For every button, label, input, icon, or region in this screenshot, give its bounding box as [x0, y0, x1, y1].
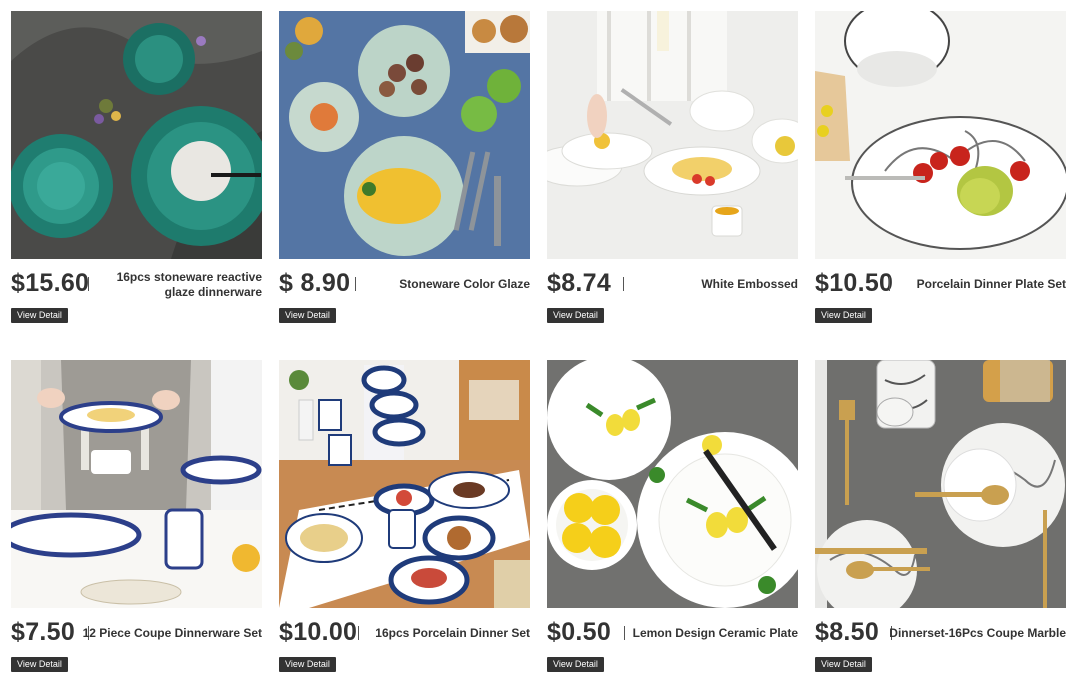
- product-price: $0.50: [547, 618, 612, 646]
- product-price: $8.50: [815, 618, 880, 646]
- product-name[interactable]: 16pcs stoneware reactive glaze dinnerwar…: [112, 270, 262, 300]
- product-price: $15.60: [11, 269, 90, 297]
- product-price: $10.00: [279, 618, 358, 646]
- product-name[interactable]: White Embossed: [701, 277, 798, 291]
- view-detail-button[interactable]: View Detail: [815, 657, 872, 672]
- view-detail-button[interactable]: View Detail: [279, 308, 336, 323]
- price-separator: [623, 277, 624, 291]
- product-name[interactable]: Stoneware Color Glaze: [399, 277, 530, 291]
- view-detail-button[interactable]: View Detail: [815, 308, 872, 323]
- product-price: $ 8.90: [279, 269, 351, 297]
- product-image[interactable]: [279, 360, 530, 608]
- product-image[interactable]: [815, 360, 1066, 608]
- price-separator: [355, 277, 356, 291]
- view-detail-button[interactable]: View Detail: [547, 657, 604, 672]
- price-separator: [624, 626, 625, 640]
- product-image[interactable]: [11, 11, 262, 259]
- product-price: $10.50: [815, 269, 894, 297]
- price-separator: [889, 277, 890, 291]
- product-price: $8.74: [547, 269, 612, 297]
- product-name[interactable]: Porcelain Dinner Plate Set: [917, 277, 1066, 291]
- price-separator: [88, 277, 89, 291]
- product-image[interactable]: [815, 11, 1066, 259]
- product-image[interactable]: [547, 360, 798, 608]
- view-detail-button[interactable]: View Detail: [279, 657, 336, 672]
- view-detail-button[interactable]: View Detail: [547, 308, 604, 323]
- price-separator: [358, 626, 359, 640]
- product-image[interactable]: [547, 11, 798, 259]
- product-name[interactable]: 12 Piece Coupe Dinnerware Set: [83, 626, 262, 640]
- view-detail-button[interactable]: View Detail: [11, 308, 68, 323]
- product-image[interactable]: [279, 11, 530, 259]
- product-name[interactable]: 16pcs Porcelain Dinner Set: [375, 626, 530, 640]
- product-image[interactable]: [11, 360, 262, 608]
- product-price: $7.50: [11, 618, 76, 646]
- product-name[interactable]: Dinnerset-16Pcs Coupe Marble: [889, 626, 1066, 640]
- product-name[interactable]: Lemon Design Ceramic Plate: [633, 626, 798, 640]
- view-detail-button[interactable]: View Detail: [11, 657, 68, 672]
